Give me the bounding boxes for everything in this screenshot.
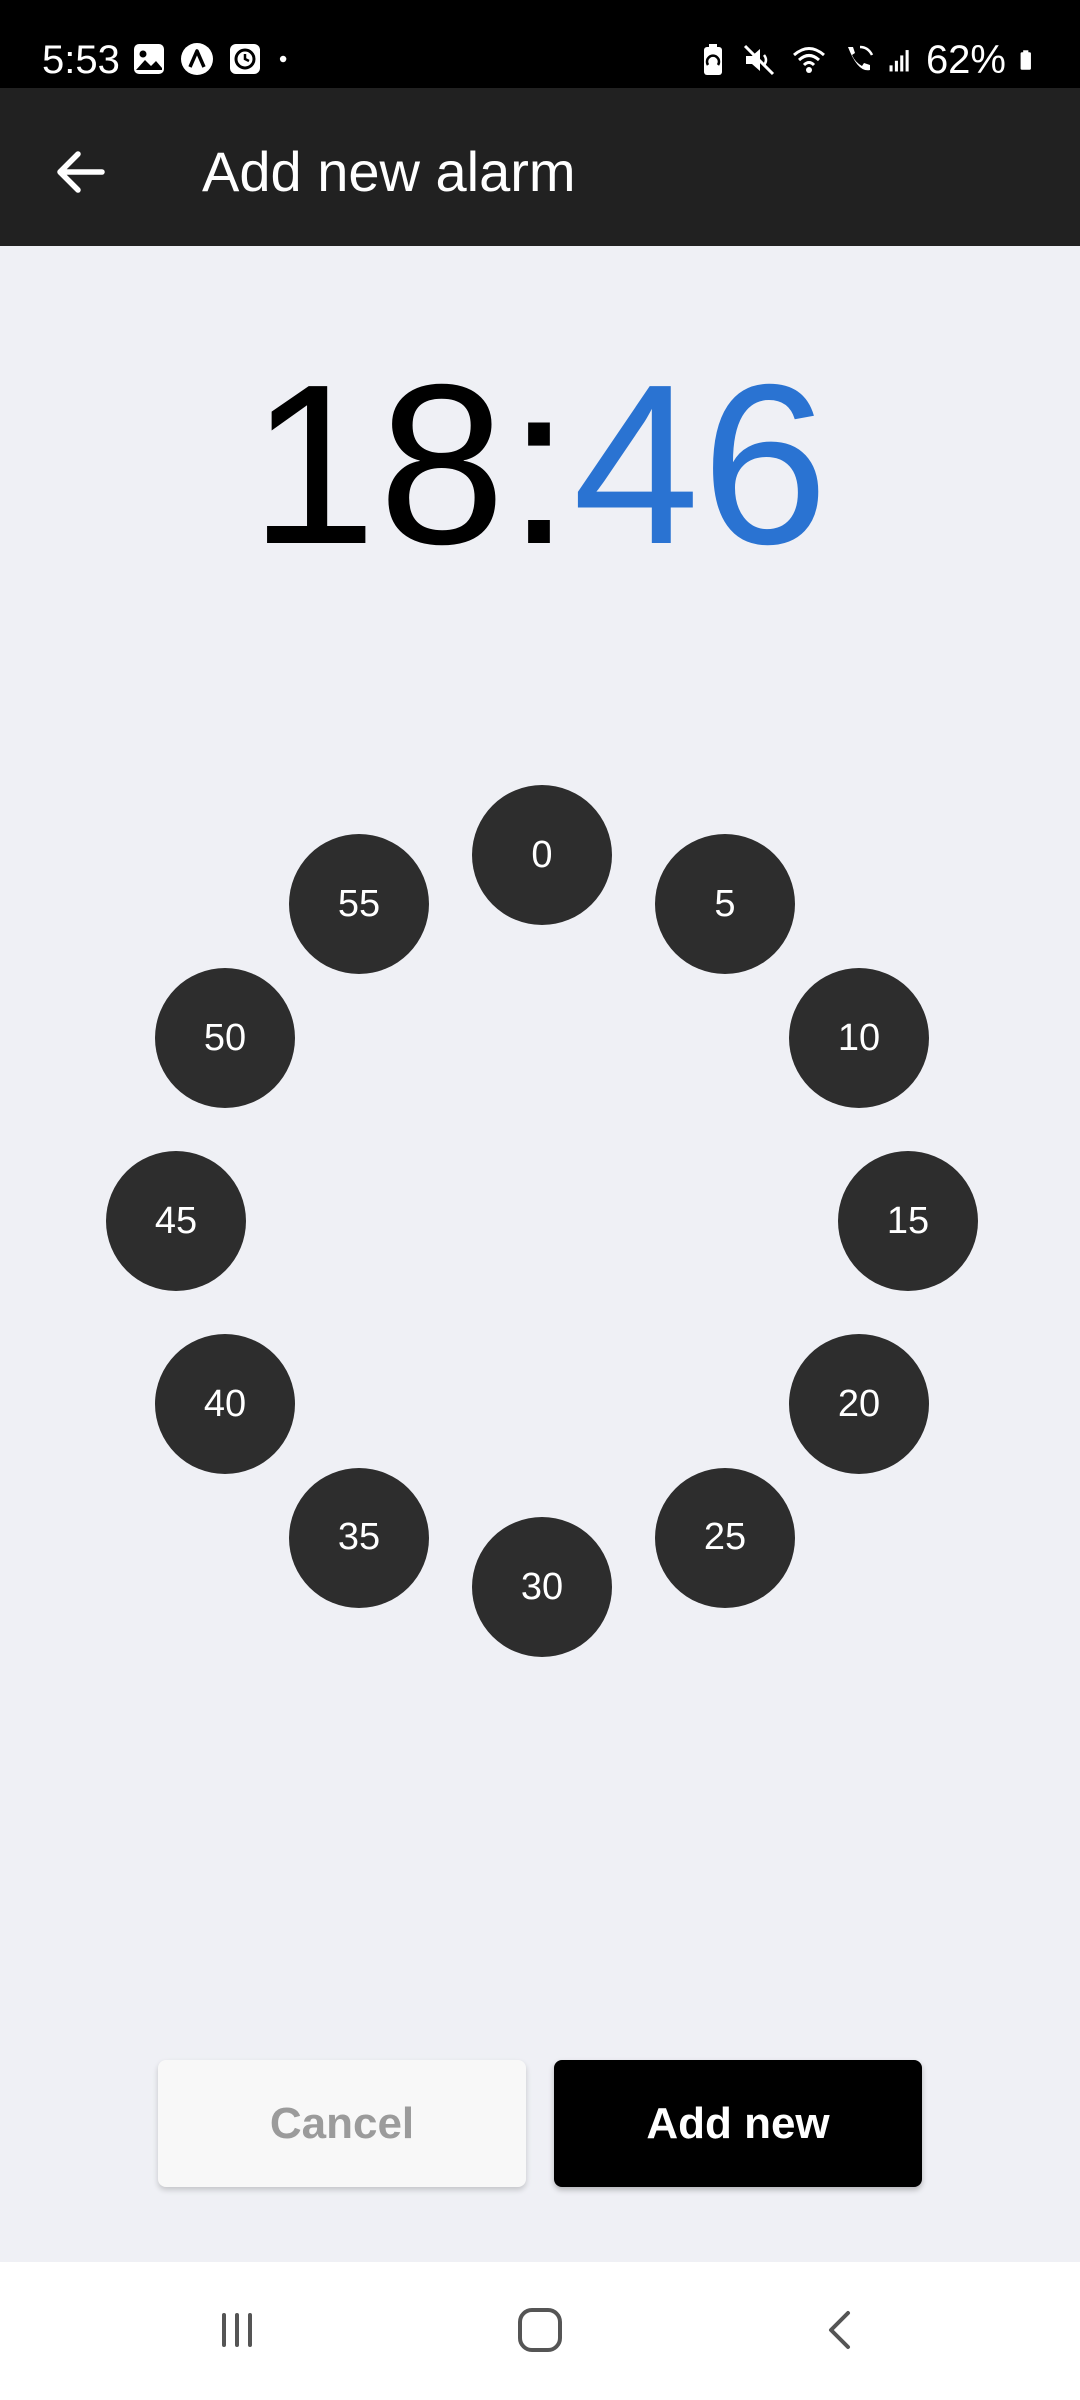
wifi-call-icon bbox=[847, 45, 874, 71]
time-separator: : bbox=[507, 338, 573, 592]
arrow-left-icon bbox=[57, 151, 105, 193]
home-icon bbox=[518, 2308, 562, 2352]
page-title: Add new alarm bbox=[202, 140, 576, 203]
back-nav-button[interactable] bbox=[796, 2290, 886, 2370]
dot-icon bbox=[279, 55, 287, 63]
status-time: 5:53 bbox=[42, 38, 120, 82]
dial-minute-50[interactable]: 50 bbox=[155, 968, 296, 1108]
app-bar: Add new alarm bbox=[0, 88, 1080, 246]
status-right-icons: 62% bbox=[696, 38, 1040, 82]
gallery-icon bbox=[134, 44, 164, 74]
dial-minute-25[interactable]: 25 bbox=[655, 1467, 795, 1608]
dial-minute-20[interactable]: 20 bbox=[788, 1334, 929, 1474]
dial-minute-0[interactable]: 0 bbox=[472, 785, 612, 925]
dial-minute-35[interactable]: 35 bbox=[289, 1467, 429, 1608]
app-a-icon bbox=[181, 43, 213, 75]
back-button[interactable] bbox=[40, 132, 120, 212]
dial-minute-55[interactable]: 55 bbox=[289, 834, 429, 975]
home-button[interactable] bbox=[495, 2290, 585, 2370]
dial-minute-45[interactable]: 45 bbox=[106, 1151, 246, 1291]
battery-icon bbox=[1020, 50, 1031, 70]
recent-apps-icon bbox=[222, 2313, 252, 2347]
chevron-left-icon bbox=[829, 2311, 850, 2349]
signal-icon bbox=[889, 50, 909, 72]
status-bar: 5:53 62% bbox=[0, 0, 1080, 88]
hour-value[interactable]: 18 bbox=[250, 338, 508, 592]
status-left-icons bbox=[132, 42, 298, 76]
mute-icon bbox=[743, 44, 774, 76]
wifi-icon bbox=[792, 47, 825, 73]
dial-minute-30[interactable]: 30 bbox=[472, 1517, 612, 1657]
dial-minute-10[interactable]: 10 bbox=[788, 968, 929, 1108]
dial-minute-5[interactable]: 5 bbox=[655, 834, 795, 975]
minute-value[interactable]: 46 bbox=[573, 338, 831, 592]
dial-minute-40[interactable]: 40 bbox=[155, 1334, 296, 1474]
add-new-button[interactable]: Add new bbox=[554, 2060, 922, 2187]
clock-icon bbox=[230, 44, 260, 74]
cancel-button[interactable]: Cancel bbox=[158, 2060, 526, 2187]
time-display: 18:46 bbox=[0, 345, 1080, 585]
dial-minute-15[interactable]: 15 bbox=[838, 1151, 978, 1291]
recent-apps-button[interactable] bbox=[192, 2290, 282, 2370]
battery-saver-icon bbox=[703, 44, 722, 75]
system-nav-bar bbox=[0, 2262, 1080, 2400]
battery-percent: 62% bbox=[925, 38, 1006, 82]
